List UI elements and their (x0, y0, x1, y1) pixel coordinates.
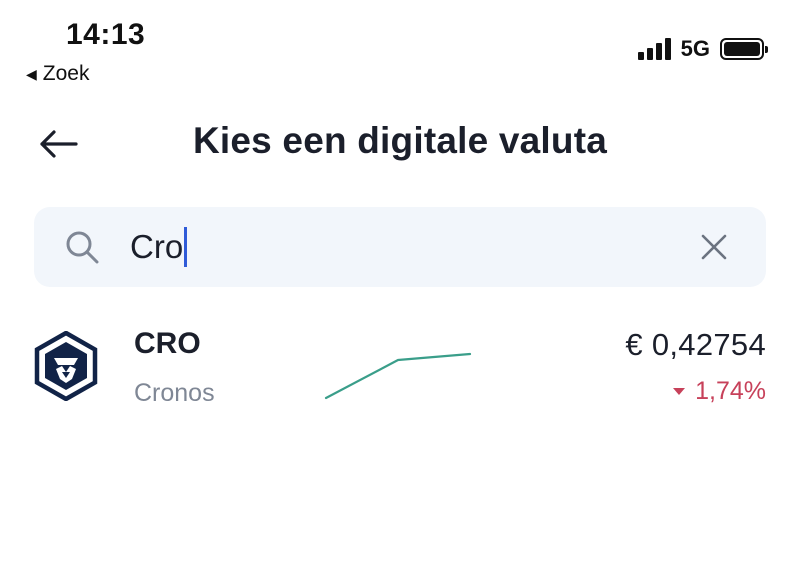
asset-price: € 0,42754 (625, 327, 766, 362)
asset-change-value: 1,74% (695, 377, 766, 405)
search-bar[interactable]: Cro (34, 207, 766, 287)
price-sparkline (324, 352, 472, 400)
close-icon[interactable] (700, 233, 728, 261)
status-indicators: 5G (637, 36, 768, 62)
back-triangle-icon: ◀ (26, 65, 37, 82)
asset-row-cro[interactable]: CRO Cronos € 0,42754 1,74% (0, 305, 800, 425)
page-title: Kies een digitale valuta (192, 120, 607, 161)
status-time: 14:13 (66, 18, 146, 51)
asset-name: Cronos (134, 379, 215, 407)
network-type: 5G (680, 36, 710, 61)
search-input-value: Cro (130, 228, 184, 265)
search-input[interactable]: Cro (130, 207, 690, 287)
down-triangle-icon (673, 388, 686, 395)
text-caret (184, 227, 188, 267)
battery-icon (720, 38, 768, 60)
search-icon (66, 231, 99, 264)
asset-change: 1,74% (673, 377, 766, 406)
back-to-app-link[interactable]: ◀ Zoek (26, 62, 89, 86)
back-to-app-label: Zoek (42, 62, 90, 85)
signal-icon (637, 38, 671, 60)
asset-symbol: CRO (134, 327, 201, 360)
cronos-logo-icon (34, 331, 98, 401)
